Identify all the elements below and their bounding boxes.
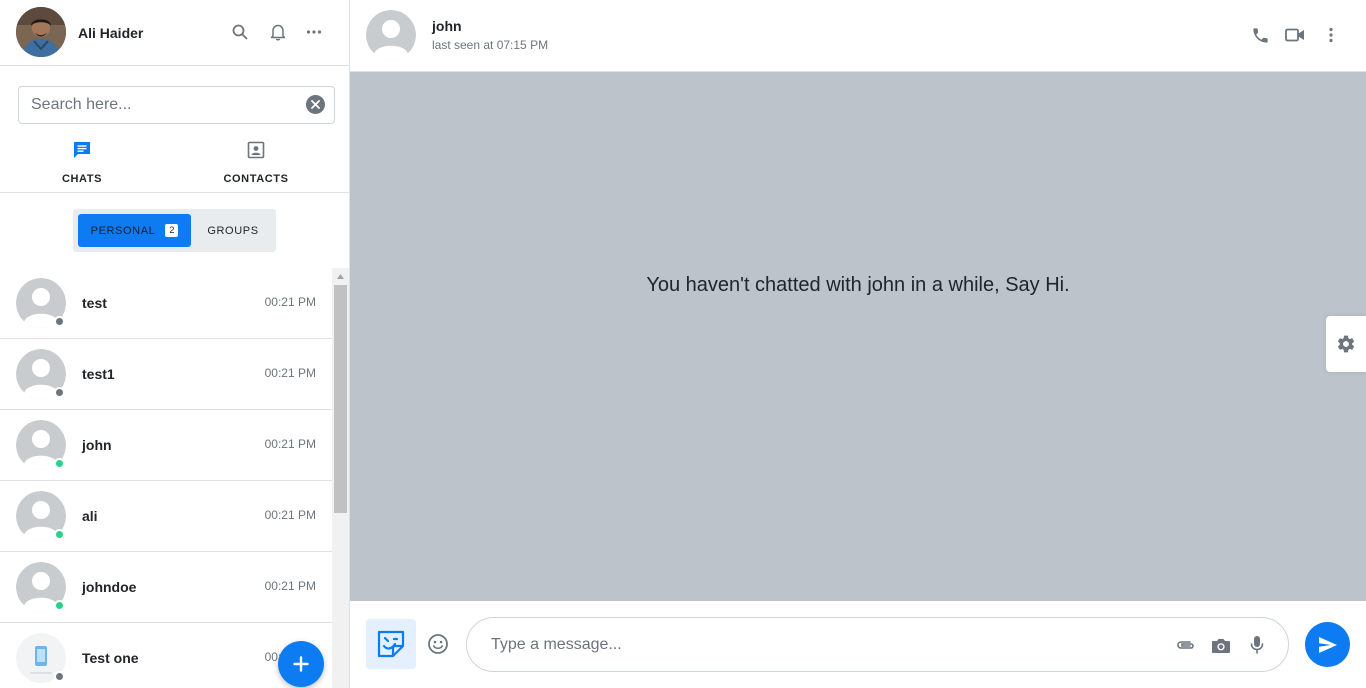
search-icon[interactable] bbox=[230, 22, 250, 42]
contact-name: ali bbox=[82, 508, 98, 524]
contact-name: test1 bbox=[82, 366, 115, 382]
contact-name: test bbox=[82, 295, 107, 311]
video-camera-icon[interactable] bbox=[1284, 24, 1306, 46]
message-box bbox=[466, 617, 1289, 672]
more-vertical-icon[interactable] bbox=[1320, 24, 1342, 46]
tab-chats-label: CHATS bbox=[61, 173, 103, 185]
conversation-avatar[interactable] bbox=[366, 10, 416, 60]
contact-name: johndoe bbox=[82, 579, 137, 595]
scrollbar-thumb[interactable] bbox=[334, 285, 347, 513]
sticker-icon bbox=[377, 630, 405, 658]
personal-toggle[interactable]: PERSONAL 2 bbox=[78, 214, 191, 247]
tab-contacts[interactable]: CONTACTS bbox=[196, 138, 316, 186]
chat-list-item[interactable]: john 00:21 PM bbox=[0, 410, 332, 481]
gear-icon bbox=[1337, 335, 1355, 353]
new-chat-button[interactable] bbox=[278, 641, 324, 687]
camera-icon[interactable] bbox=[1210, 634, 1232, 656]
chat-type-switch: PERSONAL 2 GROUPS bbox=[73, 209, 276, 252]
sticker-button[interactable] bbox=[366, 619, 416, 669]
chat-app: Ali Haider CHATS bbox=[0, 0, 1366, 688]
conversation-body: You haven't chatted with john in a while… bbox=[350, 72, 1366, 601]
settings-gear-button[interactable] bbox=[1326, 316, 1366, 372]
message-time: 00:21 PM bbox=[264, 295, 316, 309]
contact-name: Test one bbox=[82, 650, 139, 666]
chat-list-item[interactable]: test1 00:21 PM bbox=[0, 339, 332, 410]
online-status-dot bbox=[54, 600, 65, 611]
tab-contacts-label: CONTACTS bbox=[223, 173, 289, 185]
unread-count-badge: 2 bbox=[165, 224, 179, 237]
offline-status-dot bbox=[54, 671, 65, 682]
microphone-icon[interactable] bbox=[1246, 634, 1268, 656]
emoji-icon[interactable] bbox=[426, 632, 450, 656]
paperclip-icon[interactable] bbox=[1174, 634, 1196, 656]
chat-list-scrollbar[interactable] bbox=[332, 268, 349, 688]
tabs-divider bbox=[0, 192, 349, 193]
profile-bar: Ali Haider bbox=[0, 0, 349, 66]
offline-status-dot bbox=[54, 316, 65, 327]
message-input[interactable] bbox=[467, 618, 1157, 671]
search-input[interactable] bbox=[19, 87, 299, 123]
scroll-up-arrow-icon[interactable] bbox=[332, 268, 349, 285]
message-time: 00:21 PM bbox=[264, 437, 316, 451]
conversation-header: john last seen at 07:15 PM bbox=[350, 0, 1366, 72]
message-composer bbox=[350, 601, 1366, 688]
chat-bubble-icon bbox=[22, 140, 142, 165]
search-box bbox=[18, 86, 335, 124]
online-status-dot bbox=[54, 529, 65, 540]
chat-list-item[interactable]: johndoe 00:21 PM bbox=[0, 552, 332, 623]
more-horizontal-icon[interactable] bbox=[304, 22, 324, 42]
online-status-dot bbox=[54, 458, 65, 469]
contact-card-icon bbox=[196, 140, 316, 165]
message-time: 00:21 PM bbox=[264, 508, 316, 522]
groups-toggle[interactable]: GROUPS bbox=[195, 214, 271, 247]
clear-search-icon[interactable] bbox=[306, 95, 325, 114]
empty-conversation-message: You haven't chatted with john in a while… bbox=[646, 274, 1070, 296]
contact-name: john bbox=[82, 437, 112, 453]
send-button[interactable] bbox=[1305, 622, 1350, 667]
offline-status-dot bbox=[54, 387, 65, 398]
user-avatar[interactable] bbox=[16, 7, 66, 57]
bell-icon[interactable] bbox=[268, 22, 288, 42]
phone-icon[interactable] bbox=[1249, 24, 1271, 46]
user-name: Ali Haider bbox=[78, 25, 144, 41]
chat-list-item[interactable]: ali 00:21 PM bbox=[0, 481, 332, 552]
conversation-name: john bbox=[432, 18, 462, 34]
sidebar: Ali Haider CHATS bbox=[0, 0, 350, 688]
message-time: 00:21 PM bbox=[264, 579, 316, 593]
tab-chats[interactable]: CHATS bbox=[22, 138, 142, 186]
last-seen-status: last seen at 07:15 PM bbox=[432, 38, 549, 52]
message-time: 00:21 PM bbox=[264, 366, 316, 380]
personal-label: PERSONAL bbox=[90, 224, 156, 237]
plus-icon bbox=[293, 656, 309, 672]
send-icon bbox=[1318, 636, 1337, 653]
chat-list-item[interactable]: test 00:21 PM bbox=[0, 268, 332, 339]
chat-list: test 00:21 PM test1 00:21 PM john 00:21 … bbox=[0, 268, 332, 688]
